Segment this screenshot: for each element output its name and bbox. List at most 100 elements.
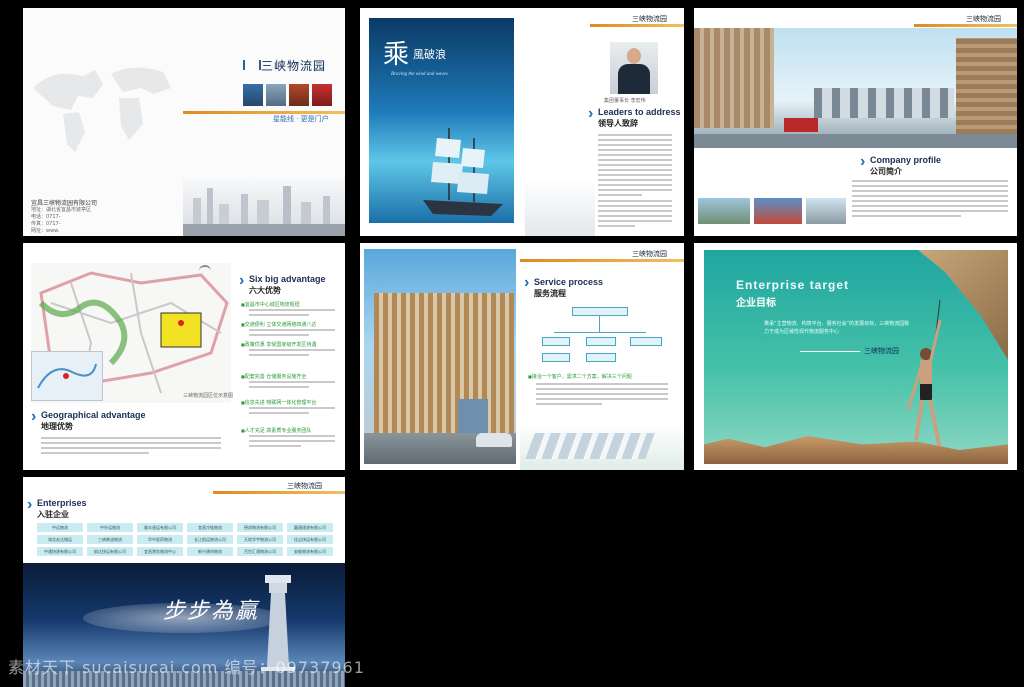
cover-address-2: 电话：0717- (31, 214, 61, 220)
flow-box-bottom-2 (586, 353, 616, 362)
advantage-text-6 (249, 435, 335, 450)
office-building-image (364, 249, 516, 464)
geo-title-en: Geographical advantage (41, 410, 146, 420)
advantage-bullet-3: 政策优惠 享受国家级开发区待遇 (241, 341, 317, 348)
service-title-cn: 服务流程 (534, 289, 566, 298)
cover-slogan: 星能线 · 更是门户 (273, 115, 329, 123)
flow-box-mid-2 (586, 337, 616, 346)
enterprise-cell: 中远物流 (37, 523, 83, 532)
building-tower (374, 293, 514, 433)
hero-building-left (694, 28, 774, 128)
profile-title-en: Company profile (870, 155, 942, 165)
advantage-text-3 (249, 349, 335, 359)
service-title-en: Service process (534, 277, 604, 287)
geo-title-cn: 地理优势 (41, 422, 73, 431)
flowchart (532, 303, 672, 363)
chairman-portrait (610, 42, 658, 94)
p6-logo-text: 三峡物流园 (864, 347, 899, 355)
canyon-bottom (704, 436, 1008, 464)
p3-stripe (914, 24, 1017, 27)
inset-region-map (31, 351, 103, 401)
cover-company-name: 宜昌三峡物流园有限公司 (31, 200, 98, 207)
calligraphy-big-char: 乘 (383, 40, 410, 70)
enterprise-target-page: Enterprise target 企业目标 秉承“主营物流、构筑平台、服务社会… (694, 243, 1017, 470)
building-lobby (458, 399, 488, 433)
hero-building-right (956, 38, 1017, 134)
advantage-bullet-4: 配套完善 仓储服务设施齐全 (241, 373, 307, 380)
p2-stripe (590, 24, 684, 27)
enterprises-title-cn: 入驻企业 (37, 510, 69, 519)
p5-stripe (520, 259, 684, 262)
advantage-bullet-2: 交通便利 立体交通网络四通八达 (241, 321, 317, 328)
enterprise-cell: 宜昌冷链物流 (187, 523, 233, 532)
six-adv-title-cn: 六大优势 (249, 286, 281, 295)
advantages-page: 三峡物流园区位示意图 › Six big advantage 六大优势 宜昌市中… (23, 243, 345, 470)
calligraphy-slogan: 步步為贏 (163, 599, 260, 624)
flow-box-bottom-1 (542, 353, 570, 362)
company-profile-page: 三峡物流园 › Company profile 公司简介 (694, 8, 1017, 236)
italic-caption: Braving the wind and waves (391, 72, 448, 77)
climber-figure (906, 300, 942, 451)
service-step-line: 接洽一个客户，需求二个方案，解决三个问题 (528, 373, 632, 380)
service-body-text (536, 383, 668, 408)
flow-box-mid-1 (542, 337, 570, 346)
leaders-chevron-icon: › (588, 105, 594, 122)
enterprise-cell: 佳吉快运有限公司 (287, 535, 333, 544)
cover-photo-1 (243, 84, 263, 106)
profile-thumb-1 (698, 198, 750, 224)
target-title-en: Enterprise target (736, 278, 850, 292)
logo-text: 三峡物流园 (261, 59, 327, 73)
ship-ocean-image: 乘 風破浪 Braving the wind and waves (369, 18, 514, 223)
enterprise-cell: 天地华宇物流公司 (237, 535, 283, 544)
map-caption: 三峡物流园区位示意图 (183, 393, 234, 399)
enterprise-cell: 华中医药物流 (137, 535, 183, 544)
enterprise-cell: 顺丰速运有限公司 (137, 523, 183, 532)
profile-thumb-3 (806, 198, 846, 224)
six-adv-chevron-icon: › (239, 272, 245, 289)
parked-car (476, 433, 512, 447)
enterprise-cell: 安能物流有限公司 (287, 547, 333, 556)
enterprise-cell: 宜昌港务物流中心 (137, 547, 183, 556)
target-divider (800, 351, 860, 352)
cover-photo-3 (289, 84, 309, 106)
logistics-park-aerial (520, 423, 684, 470)
enterprise-cell: 长江航运物流公司 (187, 535, 233, 544)
target-title-cn: 企业目标 (736, 298, 776, 309)
hero-truck (784, 118, 818, 132)
calligraphy-rest: 風破浪 (413, 48, 446, 61)
climber-background: Enterprise target 企业目标 秉承“主营物流、构筑平台、服务社会… (704, 250, 1008, 464)
cover-address-3: 传真：0717- (31, 221, 61, 227)
advantage-bullet-6: 人才充足 高素质专业服务团队 (241, 427, 312, 434)
leaders-title-en: Leaders to address (598, 107, 681, 117)
logo-mark (243, 60, 261, 70)
enterprise-cell: 德邦物流有限公司 (237, 523, 283, 532)
enterprise-cell: 三峡粮油物流 (87, 535, 133, 544)
leaders-spread-page: 乘 風破浪 Braving the wind and waves 三峡物流园 集… (360, 8, 684, 236)
sailing-ship-graphic (423, 128, 503, 216)
enterprise-cell: 韵达快运有限公司 (87, 547, 133, 556)
cover-address-1: 地址：湖北省宜昌市猇亭区 (31, 207, 92, 213)
p2-skyline-faded (525, 178, 595, 236)
service-chevron-icon: › (524, 274, 530, 291)
p7-logo-text: 三峡物流园 (287, 482, 322, 490)
enterprises-title-en: Enterprises (37, 498, 87, 508)
geo-body-text (41, 437, 221, 457)
enterprises-chevron-icon: › (27, 496, 33, 513)
profile-chevron-icon: › (860, 153, 866, 170)
target-body-text: 秉承“主营物流、构筑平台、服务社会”的发展目标，三峡物流园致力于成为区域性现代物… (764, 321, 910, 335)
profile-thumb-2 (754, 198, 802, 224)
cover-address-4: 网址：www. (31, 228, 60, 234)
leaders-body-text (598, 134, 672, 230)
advantage-text-5 (249, 407, 335, 417)
flow-box-mid-3 (630, 337, 662, 346)
cover-photo-strip (243, 84, 335, 106)
cover-photo-4 (312, 84, 332, 106)
geo-chevron-icon: › (31, 408, 37, 425)
six-adv-title-en: Six big advantage (249, 274, 326, 284)
p4-emblem-icon (199, 265, 211, 277)
enterprise-cell: 百世汇通物流公司 (237, 547, 283, 556)
p2-logo-text: 三峡物流园 (632, 15, 667, 23)
service-process-page: 三峡物流园 › Service process 服务流程 接洽一个客户，需求二个… (360, 243, 684, 470)
profile-body-text (852, 180, 1008, 220)
enterprise-cell: 湖北宏达储运 (37, 535, 83, 544)
